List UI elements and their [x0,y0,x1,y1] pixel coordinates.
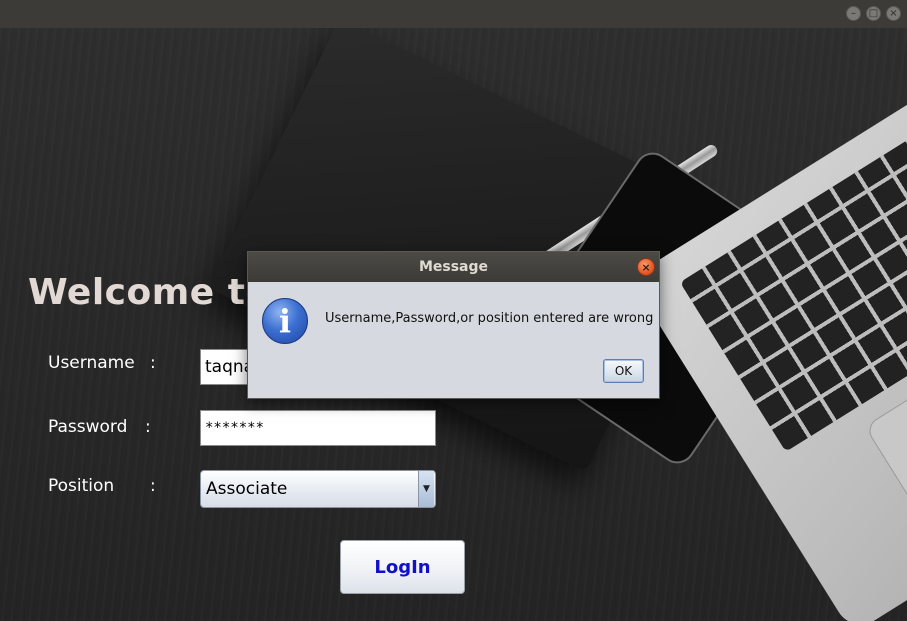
laptop-graphic [630,55,907,621]
message-dialog: Message × i Username,Password,or positio… [247,251,660,399]
username-colon: : [150,353,156,373]
window-titlebar: – □ × [0,0,907,28]
password-field[interactable]: ******* [200,410,436,446]
welcome-heading: Welcome to [28,272,271,313]
chevron-down-icon[interactable]: ▼ [418,471,434,507]
position-colon: : [150,476,156,496]
password-colon: : [145,417,151,437]
dialog-message: Username,Password,or position entered ar… [325,311,654,326]
minimize-icon[interactable]: – [846,6,861,21]
position-select-value: Associate [206,479,288,499]
username-label: Username [48,353,135,373]
login-button[interactable]: LogIn [340,540,465,594]
password-label: Password [48,417,128,437]
close-icon[interactable]: × [886,6,901,21]
close-icon[interactable]: × [637,258,655,276]
position-label: Position [48,476,115,496]
position-select[interactable]: Associate ▼ [200,470,436,508]
ok-button[interactable]: OK [603,359,644,383]
maximize-icon[interactable]: □ [866,6,881,21]
dialog-title: Message [418,259,489,275]
dialog-titlebar[interactable]: Message [248,252,659,282]
info-icon: i [262,298,308,344]
